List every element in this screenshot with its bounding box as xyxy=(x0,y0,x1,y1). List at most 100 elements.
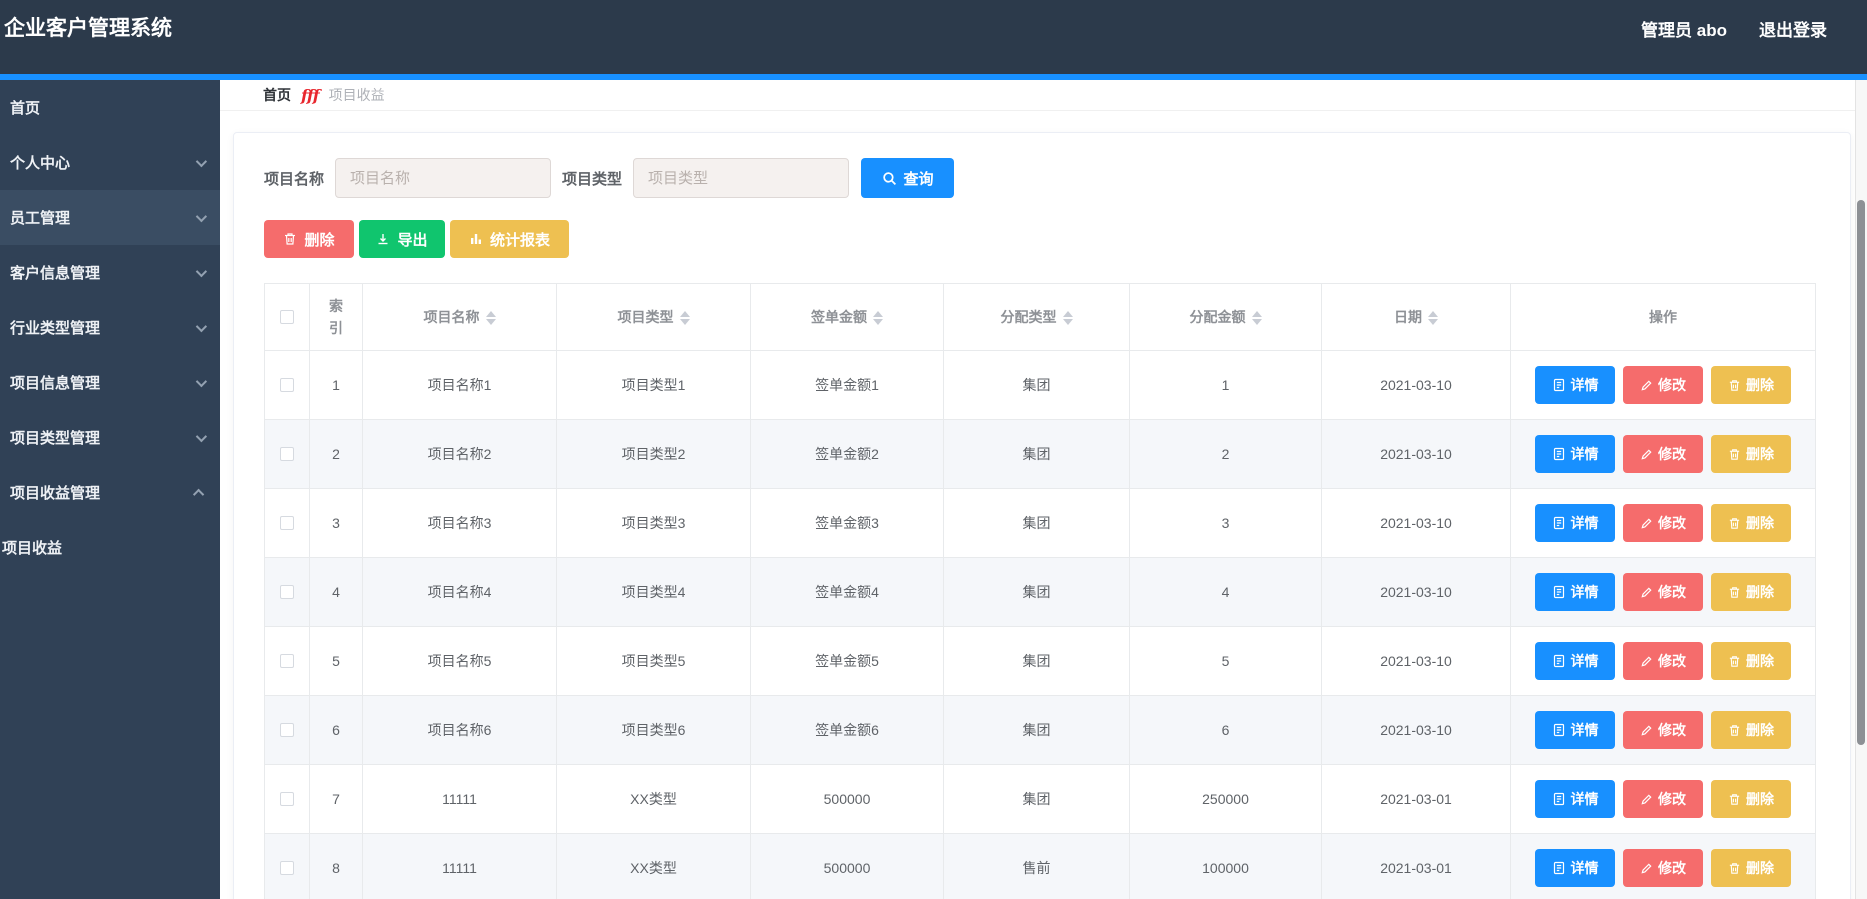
column-header[interactable]: 签单金额 xyxy=(750,283,944,351)
scrollbar-thumb[interactable] xyxy=(1857,200,1865,745)
sidebar-item-项目类型管理[interactable]: 项目类型管理 xyxy=(0,410,220,465)
select-all-checkbox[interactable] xyxy=(280,310,294,324)
project-name-input[interactable] xyxy=(335,158,552,198)
row-delete-button[interactable]: 删除 xyxy=(1711,366,1791,404)
row-checkbox[interactable] xyxy=(280,378,294,392)
row-detail-button[interactable]: 详情 xyxy=(1535,435,1615,473)
project-type-input[interactable] xyxy=(633,158,850,198)
column-header[interactable]: 分配类型 xyxy=(943,283,1130,351)
sidebar-item-首页[interactable]: 首页 xyxy=(0,80,220,135)
select-all-cell xyxy=(264,283,310,351)
row-detail-button[interactable]: 详情 xyxy=(1535,780,1615,818)
cell-operations: 详情 修改 删除 xyxy=(1510,626,1816,696)
row-detail-button[interactable]: 详情 xyxy=(1535,642,1615,680)
chevron-icon xyxy=(195,210,208,222)
row-delete-button[interactable]: 删除 xyxy=(1711,435,1791,473)
sort-icon[interactable] xyxy=(1251,311,1262,326)
sidebar-item-员工管理[interactable]: 员工管理 xyxy=(0,190,220,245)
column-header[interactable]: 分配金额 xyxy=(1129,283,1322,351)
row-detail-label: 详情 xyxy=(1570,722,1599,738)
row-checkbox[interactable] xyxy=(280,792,294,806)
sidebar-item-label: 首页 xyxy=(10,100,41,117)
row-edit-button[interactable]: 修改 xyxy=(1623,849,1703,887)
row-checkbox[interactable] xyxy=(280,654,294,668)
sidebar-item-项目收益[interactable]: 项目收益 xyxy=(0,520,220,575)
current-user[interactable]: 管理员 abo xyxy=(1641,16,1727,41)
cell-index: 2 xyxy=(309,419,363,489)
row-checkbox[interactable] xyxy=(280,447,294,461)
row-detail-label: 详情 xyxy=(1570,653,1599,669)
sort-icon[interactable] xyxy=(1062,311,1073,326)
breadcrumb-home[interactable]: 首页 xyxy=(263,85,291,105)
sidebar-item-客户信息管理[interactable]: 客户信息管理 xyxy=(0,245,220,300)
column-header[interactable]: 项目名称 xyxy=(362,283,557,351)
row-detail-button[interactable]: 详情 xyxy=(1535,711,1615,749)
row-checkbox[interactable] xyxy=(280,516,294,530)
row-detail-button[interactable]: 详情 xyxy=(1535,573,1615,611)
sidebar-item-项目信息管理[interactable]: 项目信息管理 xyxy=(0,355,220,410)
report-button[interactable]: 统计报表 xyxy=(450,220,569,258)
column-header[interactable]: 项目类型 xyxy=(556,283,751,351)
sidebar-item-行业类型管理[interactable]: 行业类型管理 xyxy=(0,300,220,355)
row-edit-button[interactable]: 修改 xyxy=(1623,366,1703,404)
row-edit-label: 修改 xyxy=(1658,446,1686,462)
query-button[interactable]: 查询 xyxy=(861,158,955,198)
row-delete-button[interactable]: 删除 xyxy=(1711,711,1791,749)
row-detail-button[interactable]: 详情 xyxy=(1535,366,1615,404)
cell-alloc-amount: 1 xyxy=(1129,350,1322,420)
row-checkbox[interactable] xyxy=(280,585,294,599)
trash-icon xyxy=(1729,448,1740,460)
table-row: 4 项目名称4 项目类型4 签单金额4 集团 4 2021-03-10 详情 修… xyxy=(264,557,1816,627)
row-select-cell xyxy=(264,695,310,765)
cell-operations: 详情 修改 删除 xyxy=(1510,764,1816,834)
row-detail-button[interactable]: 详情 xyxy=(1535,504,1615,542)
row-edit-button[interactable]: 修改 xyxy=(1623,642,1703,680)
column-header[interactable]: 日期 xyxy=(1321,283,1511,351)
sort-icon[interactable] xyxy=(679,311,690,326)
pencil-icon xyxy=(1641,724,1652,736)
row-delete-button[interactable]: 删除 xyxy=(1711,780,1791,818)
row-edit-button[interactable]: 修改 xyxy=(1623,711,1703,749)
row-checkbox[interactable] xyxy=(280,861,294,875)
table-row: 7 11111 XX类型 500000 集团 250000 2021-03-01… xyxy=(264,764,1816,834)
table-row: 1 项目名称1 项目类型1 签单金额1 集团 1 2021-03-10 详情 修… xyxy=(264,350,1816,420)
row-delete-button[interactable]: 删除 xyxy=(1711,573,1791,611)
pencil-icon xyxy=(1641,517,1652,529)
download-icon xyxy=(378,234,388,245)
row-edit-button[interactable]: 修改 xyxy=(1623,435,1703,473)
sort-icon[interactable] xyxy=(873,311,883,326)
row-detail-button[interactable]: 详情 xyxy=(1535,849,1615,887)
sidebar-item-个人中心[interactable]: 个人中心 xyxy=(0,135,220,190)
project-type-label: 项目类型 xyxy=(562,170,623,188)
export-button[interactable]: 导出 xyxy=(359,220,445,258)
vertical-scrollbar[interactable] xyxy=(1855,80,1867,899)
cell-date: 2021-03-01 xyxy=(1321,833,1511,899)
sidebar-item-label: 项目类型管理 xyxy=(10,430,101,447)
cell-alloc-type: 集团 xyxy=(943,419,1130,489)
row-delete-button[interactable]: 删除 xyxy=(1711,642,1791,680)
sort-icon[interactable] xyxy=(1428,311,1438,326)
sidebar-menu: 首页 个人中心 员工管理 客户信息管理 行业类型管理 项目信息管理 项目类型管理… xyxy=(0,80,220,899)
sidebar-item-项目收益管理[interactable]: 项目收益管理 xyxy=(0,465,220,520)
row-checkbox[interactable] xyxy=(280,723,294,737)
column-header-label: 分配类型 xyxy=(1000,309,1057,325)
logout-link[interactable]: 退出登录 xyxy=(1759,16,1827,41)
row-edit-button[interactable]: 修改 xyxy=(1623,504,1703,542)
column-header[interactable]: 索引 xyxy=(309,283,363,351)
sidebar-item-label: 客户信息管理 xyxy=(10,265,101,282)
sort-icon[interactable] xyxy=(485,311,496,326)
row-delete-button[interactable]: 删除 xyxy=(1711,504,1791,542)
cell-operations: 详情 修改 删除 xyxy=(1510,557,1816,627)
row-delete-button[interactable]: 删除 xyxy=(1711,849,1791,887)
cell-project-name: 11111 xyxy=(362,764,557,834)
app-title: 企业客户管理系统 xyxy=(4,17,172,40)
table-row: 3 项目名称3 项目类型3 签单金额3 集团 3 2021-03-10 详情 修… xyxy=(264,488,1816,558)
trash-icon xyxy=(1729,655,1740,667)
bulk-delete-button[interactable]: 删除 xyxy=(264,220,354,258)
row-edit-button[interactable]: 修改 xyxy=(1623,573,1703,611)
column-header[interactable]: 操作 xyxy=(1510,283,1816,351)
cell-operations: 详情 修改 删除 xyxy=(1510,833,1816,899)
row-edit-button[interactable]: 修改 xyxy=(1623,780,1703,818)
sidebar-item-label: 项目收益 xyxy=(2,540,63,557)
trash-icon xyxy=(285,233,296,245)
